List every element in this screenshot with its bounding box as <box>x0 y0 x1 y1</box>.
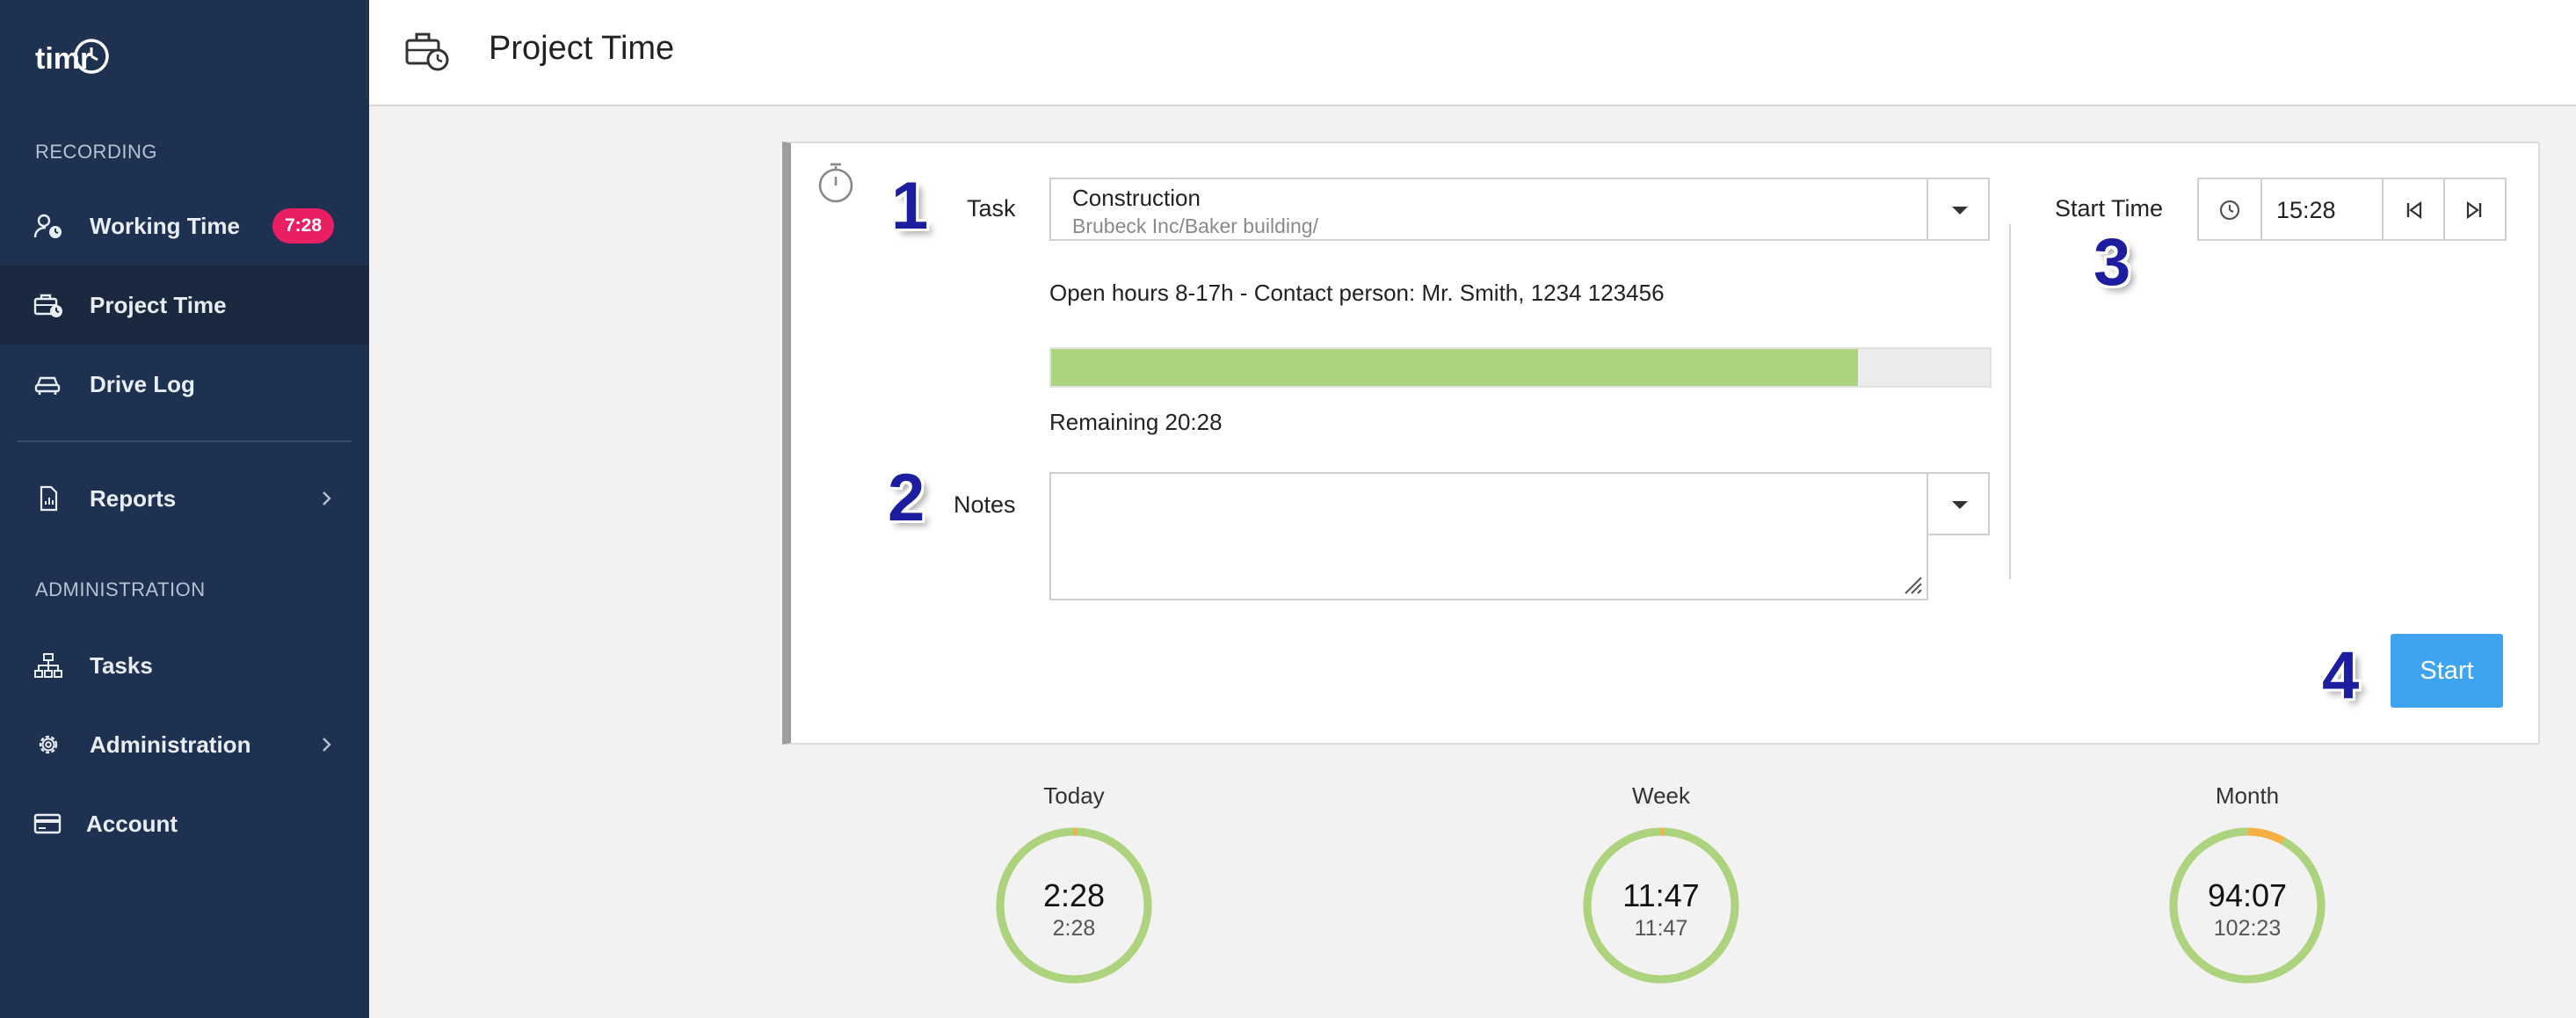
remaining-time: Remaining 20:28 <box>1049 409 1223 435</box>
notes-label: Notes <box>954 491 1016 518</box>
skip-previous-icon <box>2406 200 2422 220</box>
chevron-right-icon <box>323 491 331 505</box>
gear-icon <box>39 735 58 754</box>
notes-textarea[interactable] <box>1049 472 1928 600</box>
report-file-icon <box>40 485 58 512</box>
skip-previous-button[interactable] <box>2384 179 2445 239</box>
skip-next-button[interactable] <box>2445 179 2505 239</box>
summary-target: 11:47 <box>1634 916 1688 941</box>
sidebar-item-tasks[interactable]: Tasks <box>0 626 369 705</box>
start-time-clock-button[interactable] <box>2199 179 2262 239</box>
stopwatch-icon <box>818 163 853 203</box>
chevron-right-icon <box>323 738 331 752</box>
page-title: Project Time <box>489 30 675 67</box>
annotation-number-1: 1 <box>891 169 929 244</box>
sidebar-item-account[interactable]: Account <box>0 784 369 863</box>
briefcase-clock-icon <box>405 33 449 71</box>
section-label-administration: ADMINISTRATION <box>35 578 206 600</box>
sidebar: timr RECORDING Working Time 7:28 Project… <box>0 0 369 1018</box>
task-name: Construction <box>1072 185 1201 211</box>
notes-dropdown-button[interactable] <box>1927 472 1990 535</box>
summary-label: Week <box>1632 782 1690 809</box>
sidebar-item-working-time[interactable]: Working Time 7:28 <box>0 186 369 265</box>
user-clock-icon <box>33 214 62 238</box>
sidebar-item-drive-log[interactable]: Drive Log <box>0 345 369 424</box>
task-label: Task <box>967 195 1016 222</box>
task-progress-fill <box>1051 349 1859 386</box>
sidebar-item-label: Working Time <box>90 212 240 239</box>
summary-target: 102:23 <box>2213 916 2282 941</box>
sidebar-item-label: Administration <box>90 731 251 758</box>
clock-icon <box>2219 200 2240 221</box>
start-button[interactable]: Start <box>2391 634 2503 708</box>
page-header: Project Time <box>369 0 2576 106</box>
sidebar-divider <box>18 440 352 442</box>
summary-today: Today 2:28 2:28 <box>977 782 1171 984</box>
briefcase-clock-icon <box>33 294 62 317</box>
summary-target: 2:28 <box>1052 916 1096 941</box>
summary-label: Month <box>2215 782 2280 809</box>
start-time-value: 15:28 <box>2276 197 2336 223</box>
sidebar-item-label: Account <box>86 810 178 837</box>
caret-down-icon <box>1952 207 1968 215</box>
section-label-recording: RECORDING <box>35 141 157 163</box>
start-time-label: Start Time <box>2055 195 2164 222</box>
sidebar-item-label: Tasks <box>90 651 153 679</box>
start-time-input[interactable]: 15:28 <box>2262 179 2384 239</box>
task-select[interactable]: Construction Brubeck Inc/Baker building/ <box>1049 178 1928 241</box>
sidebar-item-label: Project Time <box>90 291 227 318</box>
summary-label: Today <box>1043 782 1105 809</box>
summary-value: 11:47 <box>1622 877 1700 913</box>
hierarchy-icon <box>34 653 62 678</box>
sidebar-item-label: Reports <box>90 484 177 512</box>
sidebar-item-project-time[interactable]: Project Time <box>0 265 369 345</box>
skip-next-icon <box>2466 200 2482 220</box>
annotation-number-3: 3 <box>2093 225 2131 300</box>
summary-week: Week 11:47 11:47 <box>1564 782 1758 984</box>
start-time-control: 15:28 <box>2197 178 2507 241</box>
task-progress-bar <box>1049 347 1992 388</box>
project-time-form: 1 Task Construction Brubeck Inc/Baker bu… <box>782 142 2540 745</box>
resize-grip-icon[interactable] <box>1900 572 1923 595</box>
vertical-separator <box>2009 224 2011 579</box>
car-icon <box>34 376 61 395</box>
sidebar-item-administration[interactable]: Administration <box>0 705 369 784</box>
credit-card-icon <box>33 813 62 834</box>
summary-month: Month 94:07 102:23 <box>2151 782 2344 984</box>
task-dropdown-button[interactable] <box>1927 178 1990 241</box>
caret-down-icon <box>1952 501 1968 509</box>
annotation-number-4: 4 <box>2322 638 2360 713</box>
timr-logo[interactable]: timr <box>35 30 114 83</box>
summary-value: 2:28 <box>1042 877 1106 913</box>
task-path: Brubeck Inc/Baker building/ <box>1072 215 1318 237</box>
annotation-number-2: 2 <box>888 461 925 535</box>
summary-value: 94:07 <box>2207 877 2288 913</box>
working-time-badge: 7:28 <box>272 208 334 244</box>
task-info: Open hours 8-17h - Contact person: Mr. S… <box>1049 280 1665 306</box>
sidebar-item-label: Drive Log <box>90 370 195 397</box>
sidebar-item-reports[interactable]: Reports <box>0 459 369 538</box>
